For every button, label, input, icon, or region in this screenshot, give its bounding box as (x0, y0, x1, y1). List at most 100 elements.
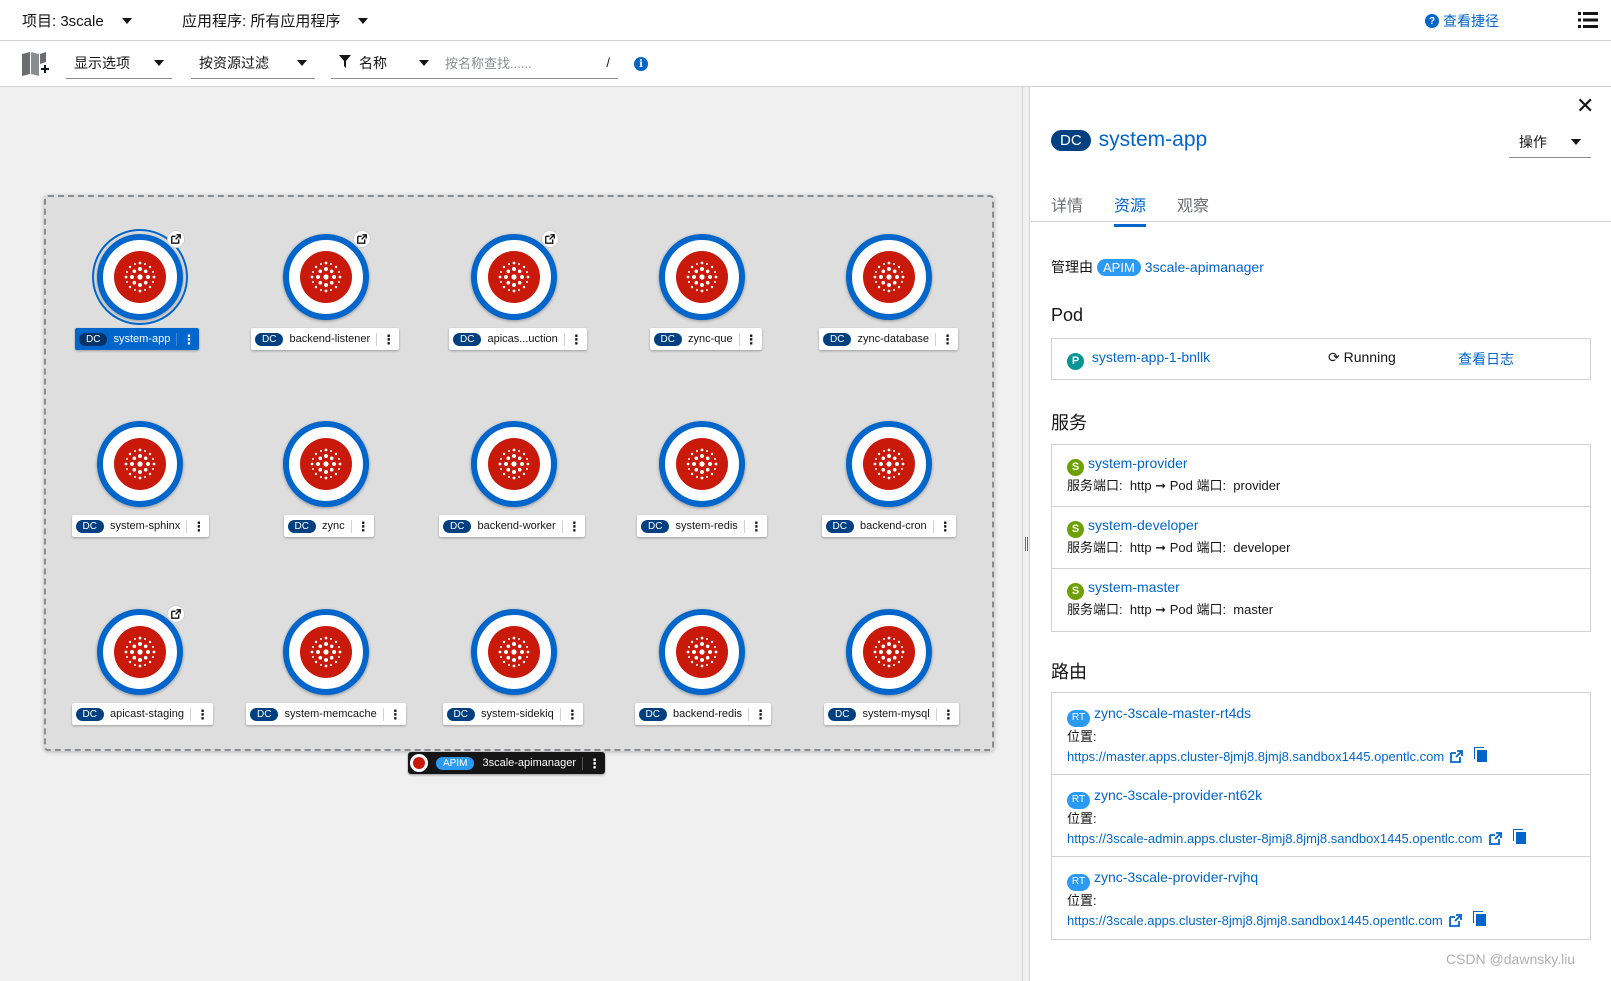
tab-observe[interactable]: 观察 (1177, 192, 1209, 224)
view-shortcuts-link[interactable]: ? 查看捷径 (1425, 11, 1499, 31)
kebab-menu-icon[interactable]: ⋮ (935, 707, 955, 721)
workload-name: system-mysql (862, 708, 930, 720)
kebab-menu-icon[interactable]: ⋮ (748, 707, 767, 721)
kebab-menu-icon[interactable]: ⋮ (932, 519, 952, 533)
workload-label[interactable]: DC system-sidekiq ⋮ (442, 703, 583, 725)
workload-node[interactable] (92, 229, 188, 325)
workload-label[interactable]: DC zync-que ⋮ (649, 328, 762, 350)
service-name-link[interactable]: system-master (1088, 579, 1180, 595)
operator-group-label[interactable]: APIM 3scale-apimanager ⋮ (408, 752, 606, 774)
service-name-link[interactable]: system-developer (1088, 517, 1199, 533)
workload-node[interactable] (283, 421, 369, 507)
name-filter-dropdown[interactable]: 名称 (331, 47, 437, 79)
workload-icon (114, 251, 166, 303)
copy-icon[interactable] (1475, 913, 1486, 926)
workload-node[interactable] (283, 234, 369, 320)
kebab-menu-icon[interactable]: ⋮ (582, 756, 601, 770)
kebab-menu-icon[interactable]: ⋮ (176, 332, 195, 346)
workload-node[interactable] (97, 421, 183, 507)
dc-badge: DC (75, 519, 104, 533)
workload-icon (488, 251, 540, 303)
workload-label[interactable]: DC system-app ⋮ (75, 328, 200, 350)
dc-badge: DC (287, 519, 316, 533)
external-link-icon[interactable] (541, 230, 559, 248)
close-icon[interactable]: ✕ (1576, 93, 1594, 119)
workload-node[interactable] (659, 234, 745, 320)
workload-name: apicas...uction (487, 333, 558, 345)
workload-node[interactable] (846, 234, 932, 320)
tab-resources[interactable]: 资源 (1114, 192, 1147, 227)
panel-resize-handle[interactable] (1022, 87, 1030, 981)
book-add-icon[interactable] (20, 50, 50, 81)
workload-label[interactable]: DC backend-redis ⋮ (634, 703, 772, 725)
kebab-menu-icon[interactable]: ⋮ (563, 332, 583, 346)
workload-label[interactable]: DC system-mysql ⋮ (824, 703, 959, 725)
kebab-menu-icon[interactable]: ⋮ (186, 519, 205, 533)
pod-name-link[interactable]: system-app-1-bnllk (1092, 349, 1210, 365)
route-url-link[interactable]: https://3scale-admin.apps.cluster-8jmj8.… (1067, 831, 1483, 846)
route-name-link[interactable]: zync-3scale-provider-rvjhq (1094, 869, 1258, 885)
workload-node[interactable] (659, 421, 745, 507)
workload-label[interactable]: DC zync-database ⋮ (819, 328, 958, 350)
workload-label[interactable]: DC system-redis ⋮ (637, 515, 767, 537)
kebab-menu-icon[interactable]: ⋮ (561, 519, 581, 533)
service-name-link[interactable]: system-provider (1088, 455, 1188, 471)
location-label: 位置: (1067, 810, 1097, 826)
workload-label[interactable]: DC backend-cron ⋮ (821, 515, 956, 537)
route-url-link[interactable]: https://3scale.apps.cluster-8jmj8.8jmj8.… (1067, 913, 1443, 928)
external-link-icon[interactable] (1450, 749, 1464, 769)
workload-node[interactable] (659, 609, 745, 695)
workload-icon (863, 438, 915, 490)
workload-icon (863, 251, 915, 303)
route-url-link[interactable]: https://master.apps.cluster-8jmj8.8jmj8.… (1067, 749, 1444, 764)
workload-node[interactable] (471, 234, 557, 320)
kebab-menu-icon[interactable]: ⋮ (350, 519, 370, 533)
kebab-menu-icon[interactable]: ⋮ (738, 332, 758, 346)
workload-label[interactable]: DC backend-worker ⋮ (439, 515, 585, 537)
kebab-menu-icon[interactable]: ⋮ (559, 707, 579, 721)
application-selector[interactable]: 应用程序: 所有应用程序 (182, 10, 369, 31)
kebab-menu-icon[interactable]: ⋮ (376, 332, 395, 346)
pod-port-value: master (1233, 601, 1274, 617)
workload-label[interactable]: DC zync ⋮ (283, 515, 374, 537)
tab-details[interactable]: 详情 (1051, 192, 1083, 224)
copy-icon[interactable] (1515, 831, 1526, 844)
workload-node[interactable] (471, 421, 557, 507)
kebab-menu-icon[interactable]: ⋮ (189, 707, 209, 721)
search-input[interactable]: 按名称查找...... / (437, 47, 618, 79)
external-link-icon[interactable] (167, 605, 185, 623)
project-selector[interactable]: 项目: 3scale (22, 10, 132, 31)
workload-node[interactable] (97, 609, 183, 695)
kebab-menu-icon[interactable]: ⋮ (935, 332, 954, 346)
workload-label[interactable]: DC system-memcache ⋮ (246, 703, 406, 725)
list-view-icon[interactable] (1578, 11, 1598, 32)
external-link-icon[interactable] (353, 230, 371, 248)
workload-node[interactable] (471, 609, 557, 695)
project-label: 项目: 3scale (22, 13, 104, 30)
kebab-menu-icon[interactable]: ⋮ (382, 707, 402, 721)
actions-dropdown[interactable]: 操作 (1509, 127, 1591, 158)
workload-node[interactable] (846, 421, 932, 507)
workload-label[interactable]: DC apicas...uction ⋮ (449, 328, 587, 350)
workload-label[interactable]: DC backend-listener ⋮ (251, 328, 400, 350)
external-link-icon[interactable] (167, 230, 185, 248)
view-logs-link[interactable]: 查看日志 (1458, 349, 1514, 369)
display-options-dropdown[interactable]: 显示选项 (66, 47, 172, 79)
workload-node[interactable] (846, 609, 932, 695)
managed-by-link[interactable]: 3scale-apimanager (1145, 259, 1264, 275)
topology-canvas[interactable]: APIM 3scale-apimanager ⋮ DC system-app ⋮ DC… (0, 87, 1022, 981)
external-link-icon[interactable] (1488, 831, 1502, 851)
route-name-link[interactable]: zync-3scale-provider-nt62k (1094, 787, 1262, 803)
service-row: Ssystem-provider 服务端口: http ➞ Pod 端口: pr… (1052, 445, 1590, 507)
workload-label[interactable]: DC system-sphinx ⋮ (71, 515, 210, 537)
route-name-link[interactable]: zync-3scale-master-rt4ds (1094, 705, 1251, 721)
copy-icon[interactable] (1477, 749, 1488, 762)
workload-label[interactable]: DC apicast-staging ⋮ (71, 703, 213, 725)
routes-section-title: 路由 (1051, 662, 1087, 682)
filter-by-resource-dropdown[interactable]: 按资源过滤 (191, 47, 315, 79)
info-icon[interactable]: i (634, 57, 648, 71)
kebab-menu-icon[interactable]: ⋮ (743, 519, 763, 533)
external-link-icon[interactable] (1448, 913, 1462, 933)
sync-icon: ⟳ (1328, 349, 1340, 365)
workload-node[interactable] (283, 609, 369, 695)
